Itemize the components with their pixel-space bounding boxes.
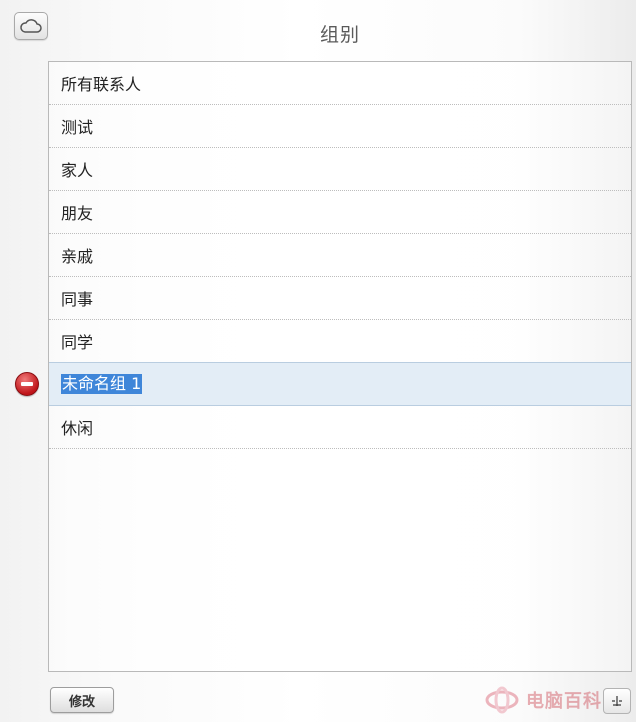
group-label: 家人: [61, 161, 94, 180]
group-row-all-contacts[interactable]: 所有联系人: [49, 62, 631, 105]
group-row-colleagues[interactable]: 同事: [49, 277, 631, 320]
group-row-family[interactable]: 家人: [49, 148, 631, 191]
group-row-leisure[interactable]: 休闲: [49, 406, 631, 449]
group-label: 同学: [61, 333, 94, 352]
minus-circle-icon[interactable]: [15, 372, 39, 396]
group-name-input[interactable]: 未命名组 1: [61, 374, 143, 394]
contacts-groups-window: 组别 所有联系人 测试 家人 朋友 亲戚 同事 同学 未命名组 1 休闲 修改: [0, 0, 636, 722]
group-label: 亲戚: [61, 247, 94, 266]
watermark-logo-icon: [485, 686, 519, 714]
group-label: 所有联系人: [61, 75, 142, 94]
group-label: 朋友: [61, 204, 94, 223]
group-row-unnamed-editing[interactable]: 未命名组 1: [49, 362, 631, 406]
resize-grip-icon: [612, 696, 622, 706]
edit-button[interactable]: 修改: [50, 687, 114, 713]
resize-button[interactable]: [603, 688, 631, 714]
watermark: 电脑百科: [484, 682, 602, 718]
watermark-text: 电脑百科: [526, 691, 602, 712]
page-title: 组别: [319, 24, 360, 46]
groups-list: 所有联系人 测试 家人 朋友 亲戚 同事 同学 未命名组 1 休闲: [48, 61, 632, 672]
group-row-test[interactable]: 测试: [49, 105, 631, 148]
group-label: 同事: [61, 290, 94, 309]
group-row-friends[interactable]: 朋友: [49, 191, 631, 234]
group-row-relatives[interactable]: 亲戚: [49, 234, 631, 277]
group-row-classmates[interactable]: 同学: [49, 320, 631, 363]
group-label: 测试: [61, 118, 94, 137]
group-label: 休闲: [61, 419, 94, 438]
